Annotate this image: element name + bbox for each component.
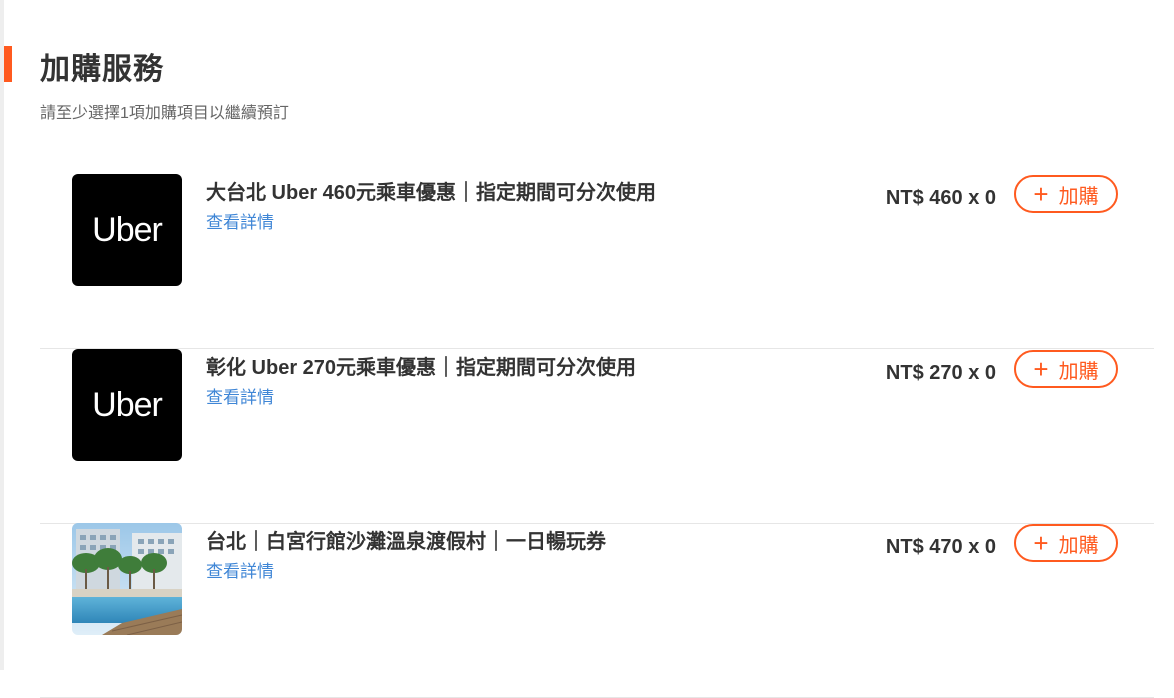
add-purchase-button[interactable]: + 加購 xyxy=(1014,524,1118,562)
resort-photo-thumbnail xyxy=(72,523,182,635)
uber-logo-thumbnail: Uber xyxy=(72,174,182,286)
section-subtitle: 請至少選擇1項加購項目以繼續預訂 xyxy=(40,105,289,122)
addon-item-uber-changhua: Uber 彰化 Uber 270元乘車優惠｜指定期間可分次使用 查看詳情 NT$… xyxy=(40,349,1154,524)
addon-item-name: 彰化 Uber 270元乘車優惠｜指定期間可分次使用 xyxy=(206,357,637,379)
uber-logo-text: Uber xyxy=(92,385,163,424)
addon-item-name: 大台北 Uber 460元乘車優惠｜指定期間可分次使用 xyxy=(206,182,657,204)
uber-logo-text: Uber xyxy=(92,210,163,249)
addon-item-resort-pass: 台北｜白宮行館沙灘溫泉渡假村｜一日暢玩券 查看詳情 NT$ 470 x 0 + … xyxy=(40,523,1154,698)
add-purchase-label: 加購 xyxy=(1058,185,1099,208)
add-purchase-button[interactable]: + 加購 xyxy=(1014,175,1118,213)
plus-icon: + xyxy=(1033,354,1049,384)
view-details-link[interactable]: 查看詳情 xyxy=(206,383,274,408)
add-purchase-label: 加購 xyxy=(1058,534,1099,557)
addon-item-price: NT$ 460 x 0 xyxy=(885,187,996,209)
view-details-link[interactable]: 查看詳情 xyxy=(206,208,274,233)
addon-item-price: NT$ 270 x 0 xyxy=(885,362,996,384)
section-title: 加購服務 xyxy=(40,53,164,86)
addon-item-uber-taipei: Uber 大台北 Uber 460元乘車優惠｜指定期間可分次使用 查看詳情 NT… xyxy=(40,174,1154,349)
resort-pool-image xyxy=(72,523,182,635)
add-purchase-button[interactable]: + 加購 xyxy=(1014,350,1118,388)
add-purchase-label: 加購 xyxy=(1058,360,1099,383)
uber-logo-thumbnail: Uber xyxy=(72,349,182,461)
plus-icon: + xyxy=(1033,528,1049,558)
addon-item-name: 台北｜白宮行館沙灘溫泉渡假村｜一日暢玩券 xyxy=(206,531,606,553)
addon-item-price: NT$ 470 x 0 xyxy=(885,536,996,558)
view-details-link[interactable]: 查看詳情 xyxy=(206,557,274,582)
add-on-services-section: 加購服務 請至少選擇1項加購項目以繼續預訂 Uber 大台北 Uber 460元… xyxy=(0,0,1174,698)
plus-icon: + xyxy=(1033,179,1049,209)
title-accent-bar xyxy=(4,46,12,82)
